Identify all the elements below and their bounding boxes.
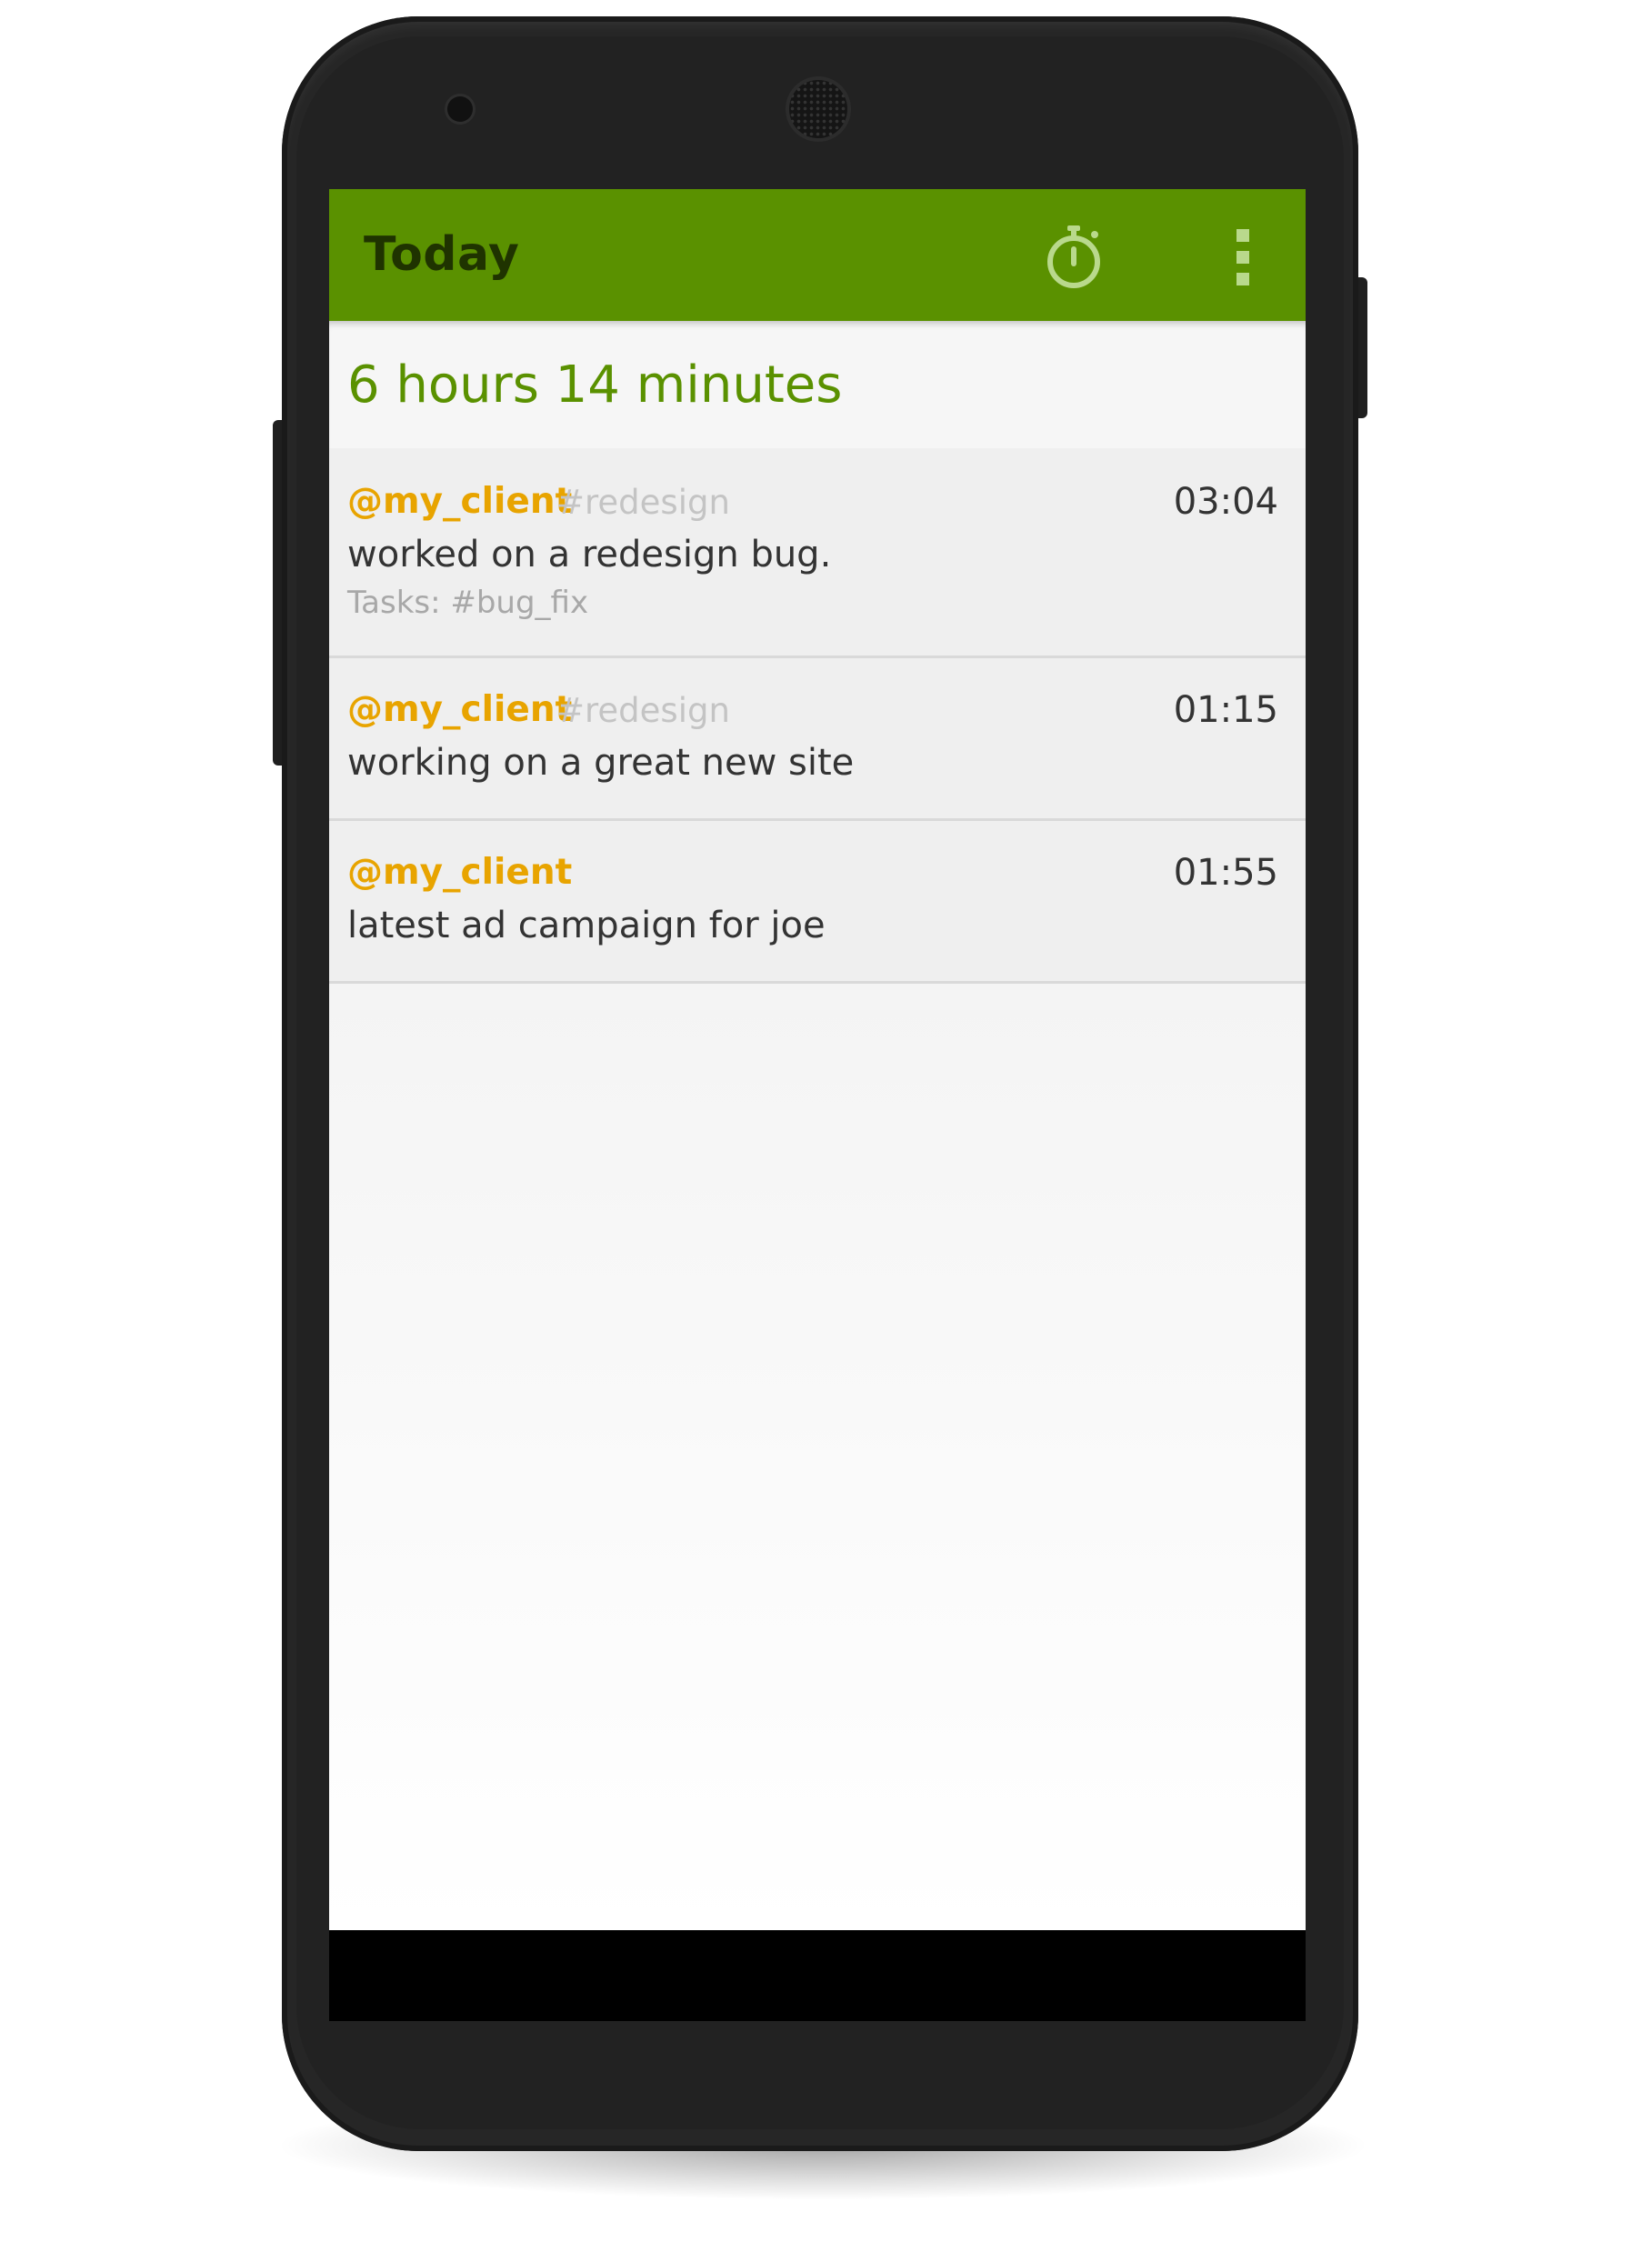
entry-description: worked on a redesign bug. (347, 534, 832, 576)
entry-description: working on a great new site (347, 742, 855, 784)
entry-tasks: Tasks: #bug_fix (347, 585, 589, 621)
list-item[interactable]: @my_client #redesign 01:15 working on a … (329, 658, 1306, 821)
project-label: #redesign (556, 691, 730, 730)
entry-duration: 01:15 (1173, 689, 1278, 731)
front-camera (447, 96, 473, 122)
earpiece-speaker (789, 80, 847, 138)
overflow-menu-button[interactable] (1216, 222, 1270, 293)
project-label: #redesign (556, 483, 730, 522)
app-screen: Today 6 hours 14 minutes @my_client #red… (329, 189, 1306, 1930)
action-bar: Today (329, 189, 1306, 321)
bottom-bezel (329, 1930, 1306, 2021)
list-item[interactable]: @my_client #redesign 03:04 worked on a r… (329, 448, 1306, 658)
page-title: Today (364, 227, 520, 282)
stopwatch-icon (1047, 225, 1100, 288)
entry-duration: 03:04 (1173, 481, 1278, 523)
overflow-menu-icon (1236, 229, 1249, 285)
list-item[interactable]: @my_client 01:55 latest ad campaign for … (329, 821, 1306, 984)
entry-description: latest ad campaign for joe (347, 905, 826, 946)
timer-button[interactable] (1038, 222, 1109, 293)
daily-total-header: 6 hours 14 minutes (329, 321, 1306, 448)
entry-duration: 01:55 (1173, 852, 1278, 894)
daily-total: 6 hours 14 minutes (347, 355, 843, 415)
client-label: @my_client (347, 689, 573, 730)
client-label: @my_client (347, 852, 573, 893)
client-label: @my_client (347, 481, 573, 522)
